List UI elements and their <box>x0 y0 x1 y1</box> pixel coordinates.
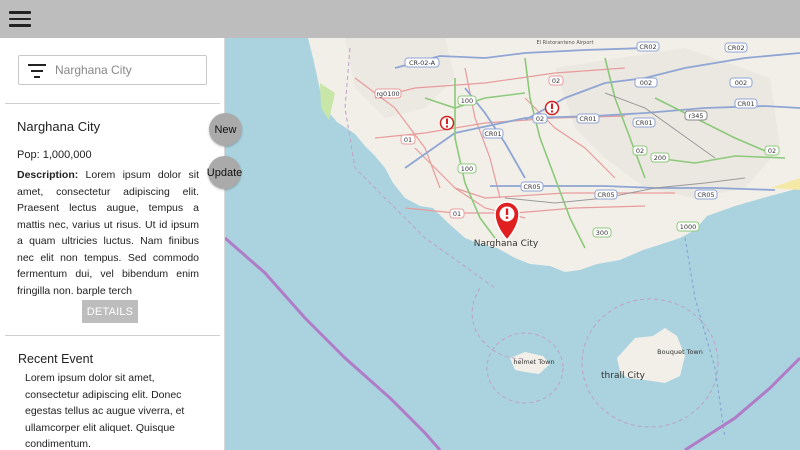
warning-icon[interactable] <box>439 115 455 131</box>
road-label: 002 <box>640 79 652 87</box>
population: Pop: 1,000,000 <box>17 149 92 161</box>
new-button[interactable]: New <box>209 113 242 146</box>
road-label: r345 <box>688 112 703 120</box>
road-label: 200 <box>654 154 666 162</box>
road-label: CR01 <box>484 130 501 138</box>
city-title: Narghana City <box>17 119 101 134</box>
island-label-helmet: helmet Town <box>513 358 554 366</box>
road-label: CR05 <box>597 191 614 199</box>
recent-event-title: Recent Event <box>18 352 94 366</box>
update-button[interactable]: Update <box>207 156 242 189</box>
city-description: Description: Lorem ipsum dolor sit amet,… <box>17 167 199 299</box>
road-label: 002 <box>735 79 747 87</box>
divider <box>5 103 220 104</box>
road-label: CR05 <box>697 191 714 199</box>
divider <box>5 335 220 336</box>
airport-label: El Ristoranteno Airport <box>537 40 594 46</box>
road-label: CR01 <box>635 119 652 127</box>
details-button[interactable]: DETAILS <box>82 300 138 323</box>
road-label: 300 <box>596 229 608 237</box>
road-label: 01 <box>404 136 412 144</box>
description-text: Lorem ipsum dolor sit amet, consectetur … <box>17 169 199 297</box>
island-label-thrall: thrall City <box>601 371 646 381</box>
road-label: CR02 <box>639 43 656 51</box>
boundary-line <box>225 236 442 450</box>
ferry-route <box>684 237 726 439</box>
pop-label: Pop: <box>17 149 40 161</box>
road-label: rg0100 <box>376 90 399 98</box>
hamburger-menu-icon[interactable] <box>9 11 31 27</box>
warning-icon[interactable] <box>544 100 560 116</box>
description-label: Description: <box>17 169 79 181</box>
island-label-bouquet: Bouquet Town <box>657 348 703 356</box>
road-label: 02 <box>536 115 544 123</box>
road-label: CR01 <box>737 100 754 108</box>
road-label: CR05 <box>523 183 540 191</box>
top-app-bar <box>0 0 800 38</box>
road-label: 02 <box>552 77 560 85</box>
road-label: CR02 <box>727 44 744 52</box>
pop-value: 1,000,000 <box>42 149 92 161</box>
search-input[interactable] <box>55 60 203 80</box>
recent-event-body: Lorem ipsum dolor sit amet, consectetur … <box>25 372 185 450</box>
search-box[interactable] <box>18 55 207 85</box>
road-label: 02 <box>768 147 776 155</box>
map-canvas[interactable]: CR-02-A rg0100 100 CR01 100 01 02 02 CR0… <box>225 38 800 450</box>
road-label: 1000 <box>680 223 697 231</box>
road-label: 01 <box>453 210 461 218</box>
road-label: 100 <box>461 97 473 105</box>
road-label: 100 <box>461 165 473 173</box>
sidebar: Narghana City Pop: 1,000,000 Description… <box>0 38 225 450</box>
road-label: 02 <box>636 147 644 155</box>
road-label: CR01 <box>579 115 596 123</box>
city-map-label: Narghana City <box>474 239 539 249</box>
filter-icon[interactable] <box>28 64 46 78</box>
road-label: CR-02-A <box>409 59 436 67</box>
map-view[interactable]: CR-02-A rg0100 100 CR01 100 01 02 02 CR0… <box>225 38 800 450</box>
boundary-dashed <box>471 287 526 359</box>
